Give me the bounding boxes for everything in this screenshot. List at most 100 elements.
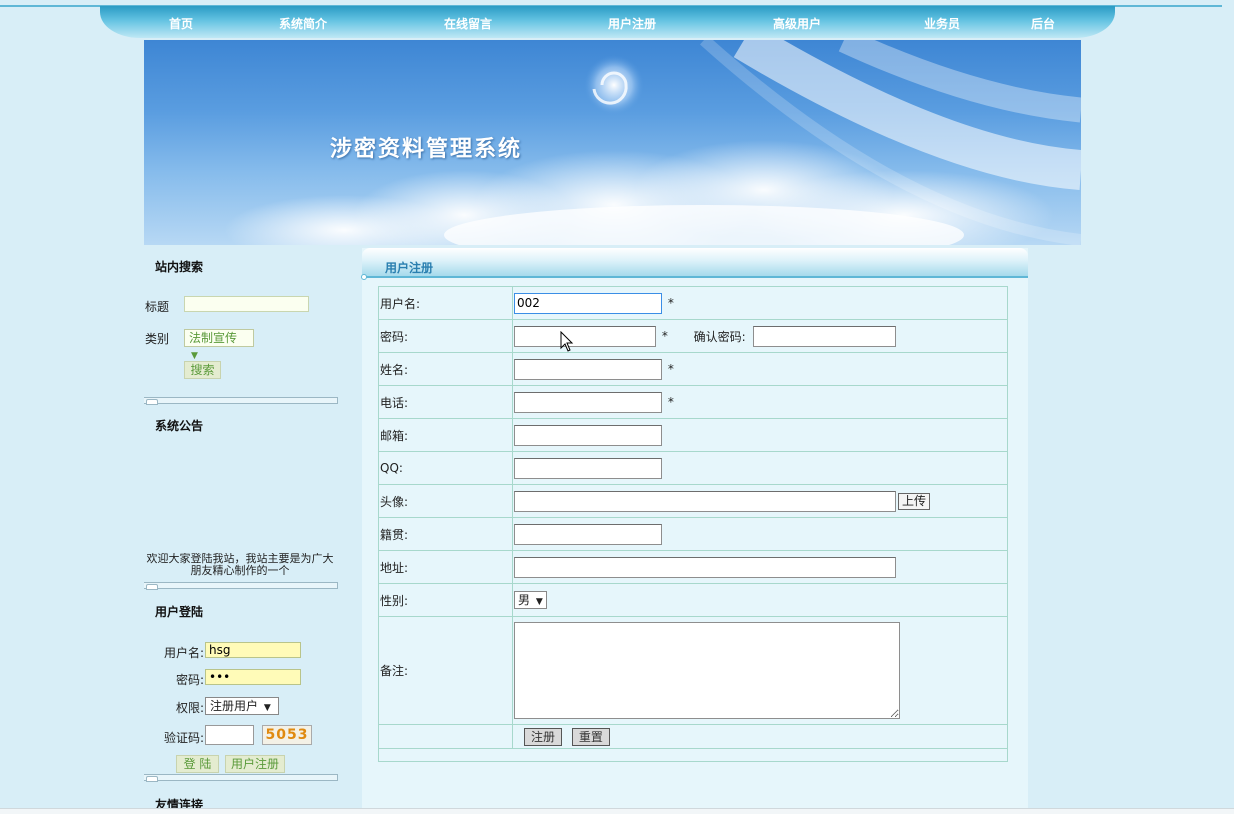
notice-text: 欢迎大家登陆我站，我站主要是为广大朋友精心制作的一个 bbox=[146, 553, 334, 577]
confirm-password-label: 确认密码: bbox=[693, 329, 746, 344]
remark-textarea[interactable] bbox=[514, 622, 900, 719]
email-label: 邮箱: bbox=[378, 418, 513, 452]
hometown-label: 籍贯: bbox=[378, 517, 513, 551]
remark-label: 备注: bbox=[378, 616, 513, 725]
form-cell: * bbox=[512, 352, 1008, 386]
form-row-username: 用户名: * bbox=[378, 286, 1008, 320]
username-input[interactable] bbox=[514, 292, 662, 314]
nav-intro[interactable]: 系统简介 bbox=[279, 15, 327, 32]
email-input[interactable] bbox=[514, 424, 662, 446]
page-bottom-edge bbox=[0, 808, 1234, 814]
login-role-select[interactable]: 注册用户 ▼ bbox=[205, 697, 279, 715]
form-row-remark: 备注: bbox=[378, 616, 1008, 725]
phone-input[interactable] bbox=[514, 391, 662, 413]
form-cell: 注册 重置 bbox=[512, 724, 1008, 749]
address-input[interactable] bbox=[514, 556, 896, 578]
nav-message[interactable]: 在线留言 bbox=[444, 15, 492, 32]
form-row-email: 邮箱: bbox=[378, 418, 1008, 452]
required-mark: * bbox=[661, 329, 668, 343]
mouse-cursor-icon bbox=[560, 331, 574, 352]
form-cell: * 确认密码: bbox=[512, 319, 1008, 353]
form-cell: 上传 bbox=[512, 484, 1008, 518]
search-category-value: 法制宣传 bbox=[189, 331, 238, 345]
nav-register[interactable]: 用户注册 bbox=[608, 15, 656, 32]
search-button[interactable]: 搜索 bbox=[184, 361, 221, 379]
qq-input[interactable] bbox=[514, 457, 662, 479]
notice-heading: 系统公告 bbox=[155, 419, 204, 433]
form-cell: * bbox=[512, 286, 1008, 320]
nav-salesman[interactable]: 业务员 bbox=[924, 15, 960, 32]
login-heading: 用户登陆 bbox=[155, 605, 204, 619]
panel-header-dot bbox=[361, 274, 367, 280]
qq-label: QQ: bbox=[378, 451, 513, 485]
required-mark: * bbox=[667, 395, 674, 409]
form-row-qq: QQ: bbox=[378, 451, 1008, 485]
form-row-avatar: 头像: 上传 bbox=[378, 484, 1008, 518]
login-role-value: 注册用户 bbox=[210, 699, 259, 713]
site-title: 涉密资料管理系统 bbox=[330, 136, 523, 162]
gender-select[interactable]: 男 ▼ bbox=[514, 591, 547, 609]
sidebar-divider bbox=[144, 582, 338, 590]
empty-cell bbox=[378, 748, 1008, 762]
panel-header bbox=[362, 248, 1028, 278]
form-row-password: 密码: * 确认密码: bbox=[378, 319, 1008, 353]
form-row-phone: 电话: * bbox=[378, 385, 1008, 419]
avatar-input[interactable] bbox=[514, 490, 896, 512]
login-username-input[interactable] bbox=[205, 642, 301, 658]
captcha-label: 验证码: bbox=[164, 731, 205, 745]
form-row-gender: 性别: 男 ▼ bbox=[378, 583, 1008, 617]
form-cell bbox=[512, 550, 1008, 584]
register-form: 用户名: * 密码: * 确认密码: 姓名: * 电话: * 邮箱: bbox=[378, 286, 1008, 762]
login-register-button[interactable]: 用户注册 bbox=[225, 755, 285, 773]
nav-admin[interactable]: 后台 bbox=[1031, 15, 1055, 32]
confirm-password-input[interactable] bbox=[752, 325, 896, 347]
nav-premium-user[interactable]: 高级用户 bbox=[773, 15, 821, 32]
sky-illustration bbox=[224, 40, 1081, 245]
phone-label: 电话: bbox=[378, 385, 513, 419]
login-password-label: 密码: bbox=[176, 673, 205, 687]
password-label: 密码: bbox=[378, 319, 513, 353]
form-cell: * bbox=[512, 385, 1008, 419]
gender-label: 性别: bbox=[378, 583, 513, 617]
gender-value: 男 bbox=[518, 593, 531, 607]
form-row-name: 姓名: * bbox=[378, 352, 1008, 386]
login-button[interactable]: 登 陆 bbox=[176, 755, 219, 773]
name-input[interactable] bbox=[514, 358, 662, 380]
header-banner: 涉密资料管理系统 bbox=[144, 40, 1081, 245]
form-cell bbox=[512, 616, 1008, 725]
password-input[interactable] bbox=[514, 325, 656, 347]
sidebar-divider bbox=[144, 774, 338, 782]
form-cell bbox=[512, 418, 1008, 452]
login-username-label: 用户名: bbox=[164, 646, 205, 660]
form-row-spacer bbox=[378, 748, 1008, 762]
form-row-address: 地址: bbox=[378, 550, 1008, 584]
reset-button[interactable]: 重置 bbox=[571, 727, 610, 746]
name-label: 姓名: bbox=[378, 352, 513, 386]
address-label: 地址: bbox=[378, 550, 513, 584]
search-category-label: 类别 bbox=[145, 332, 170, 346]
search-category-select[interactable]: 法制宣传 ▼ bbox=[184, 329, 254, 361]
search-title-input[interactable] bbox=[184, 296, 309, 312]
avatar-label: 头像: bbox=[378, 484, 513, 518]
submit-button[interactable]: 注册 bbox=[524, 727, 563, 746]
chevron-down-icon: ▼ bbox=[191, 351, 198, 361]
empty-cell bbox=[378, 724, 513, 749]
search-title-label: 标题 bbox=[145, 300, 170, 314]
login-password-input[interactable] bbox=[205, 669, 301, 685]
main-nav: 首页 系统简介 在线留言 用户注册 高级用户 业务员 后台 bbox=[100, 6, 1115, 38]
captcha-image[interactable]: 5053 bbox=[262, 725, 312, 745]
username-label: 用户名: bbox=[378, 286, 513, 320]
search-heading: 站内搜索 bbox=[155, 260, 204, 274]
panel-title: 用户注册 bbox=[385, 261, 434, 275]
form-cell bbox=[512, 451, 1008, 485]
hometown-input[interactable] bbox=[514, 523, 662, 545]
form-cell: 男 ▼ bbox=[512, 583, 1008, 617]
nav-home[interactable]: 首页 bbox=[169, 15, 193, 32]
form-row-hometown: 籍贯: bbox=[378, 517, 1008, 551]
chevron-down-icon: ▼ bbox=[535, 597, 543, 607]
captcha-input[interactable] bbox=[205, 725, 254, 745]
upload-button[interactable]: 上传 bbox=[898, 492, 931, 510]
form-cell bbox=[512, 517, 1008, 551]
required-mark: * bbox=[667, 296, 674, 310]
chevron-down-icon: ▼ bbox=[263, 703, 271, 713]
